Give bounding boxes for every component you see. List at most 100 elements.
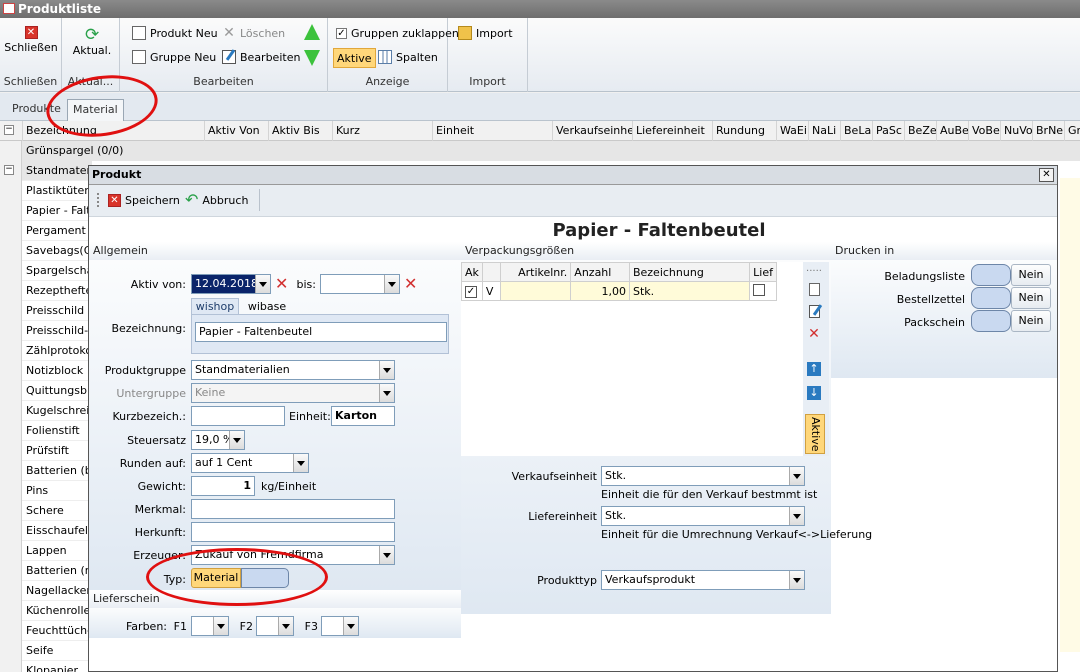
verpackung-row[interactable]: ✓ V 1,00 Stk. (461, 281, 777, 301)
table-row[interactable]: Standmateria (22, 161, 92, 181)
runden-select[interactable]: auf 1 Cent (191, 453, 309, 473)
new-product-button[interactable]: Produkt Neu (132, 26, 218, 40)
tab-produkte[interactable]: Produkte (7, 99, 66, 121)
bestellzettel-toggle[interactable] (971, 287, 1011, 309)
chevron-down-icon[interactable] (293, 454, 308, 472)
table-row[interactable]: Küchenrolle (22, 601, 92, 621)
vcol-anzahl[interactable]: Anzahl (570, 262, 630, 282)
chevron-down-icon[interactable] (255, 275, 270, 293)
table-row[interactable]: Lappen (22, 541, 92, 561)
farbe-f2-select[interactable] (256, 616, 294, 636)
tab-material[interactable]: Material (67, 99, 124, 121)
table-row[interactable]: Zählprotokoll (22, 341, 92, 361)
col-einheit[interactable]: Einheit (432, 121, 552, 141)
steuersatz-select[interactable]: 19,0 % (191, 430, 245, 450)
row-down-button[interactable]: ↓ (803, 382, 825, 402)
col-waei[interactable]: WaEi (776, 121, 808, 141)
table-row[interactable]: Spargelschäl (22, 261, 92, 281)
col-vobe[interactable]: VoBe (968, 121, 1000, 141)
move-up-button[interactable] (304, 24, 320, 40)
produkttyp-select[interactable]: Verkaufsprodukt (601, 570, 805, 590)
bezeichnung-input[interactable]: Papier - Faltenbeutel (195, 322, 447, 342)
chevron-down-icon[interactable] (229, 431, 244, 449)
bis-field[interactable] (320, 274, 400, 294)
delete-row-button[interactable]: ✕ (803, 324, 825, 344)
new-group-button[interactable]: Gruppe Neu (132, 50, 216, 64)
table-row[interactable]: Notizblock (22, 361, 92, 381)
chevron-down-icon[interactable] (789, 467, 804, 485)
refresh-button[interactable]: ⟳ Aktual. (72, 27, 112, 58)
vcol-v[interactable] (481, 262, 501, 282)
collapse-group-icon[interactable]: − (4, 165, 14, 175)
vcol-artikelnr[interactable]: Artikelnr. (499, 262, 572, 282)
chevron-down-icon[interactable] (789, 571, 804, 589)
table-row[interactable]: Schere (22, 501, 92, 521)
group-row-gruenspargel[interactable]: Grünspargel (0/0) (22, 141, 1080, 161)
table-row[interactable]: Kugelschreib (22, 401, 92, 421)
packschein-toggle[interactable] (971, 310, 1011, 332)
table-row[interactable]: Seife (22, 641, 92, 661)
chevron-down-icon[interactable] (384, 275, 399, 293)
table-row[interactable]: Klopapier (22, 661, 92, 672)
dialog-close-button[interactable]: ✕ (1039, 168, 1054, 182)
einheit-input[interactable]: Karton (331, 406, 395, 426)
chevron-down-icon[interactable] (343, 617, 358, 635)
table-row[interactable]: Pergament - (22, 221, 92, 241)
untergruppe-select[interactable]: Keine (191, 383, 395, 403)
col-nuvo[interactable]: NuVo (1000, 121, 1032, 141)
collapse-all-icon[interactable]: − (4, 125, 14, 135)
bestellzettel-nein-button[interactable]: Nein (1011, 287, 1051, 309)
typ-material-button[interactable]: Material (191, 568, 241, 588)
aktiv-von-field[interactable]: 12.04.2018 (191, 274, 271, 294)
table-row[interactable]: Eisschaufel (22, 521, 92, 541)
table-row[interactable]: Savebags(Ge (22, 241, 92, 261)
vcol-ak[interactable]: Ak (461, 262, 483, 282)
vrow-artikelnr[interactable] (499, 281, 572, 301)
col-verkaufseinheit[interactable]: Verkaufseinheit (552, 121, 632, 141)
farbe-f3-select[interactable] (321, 616, 359, 636)
col-pasc[interactable]: PaSc (872, 121, 904, 141)
tab-wishop[interactable]: wishop (191, 298, 239, 314)
row-up-button[interactable]: ↑ (803, 358, 825, 378)
vrow-anzahl[interactable]: 1,00 (570, 281, 630, 301)
col-bela[interactable]: BeLa (840, 121, 872, 141)
col-aube[interactable]: AuBe (936, 121, 968, 141)
table-row[interactable]: Batterien (ba (22, 461, 92, 481)
ak-checkbox[interactable]: ✓ (461, 281, 483, 301)
gewicht-input[interactable]: 1 (191, 476, 255, 496)
farbe-f1-select[interactable] (191, 616, 229, 636)
col-aktiv-von[interactable]: Aktiv Von (204, 121, 268, 141)
table-row[interactable]: Pins (22, 481, 92, 501)
col-bezeichnung[interactable]: Bezeichnung (22, 121, 204, 141)
vcol-bezeichnung[interactable]: Bezeichnung (628, 262, 751, 282)
table-row[interactable]: Nagellackent (22, 581, 92, 601)
cancel-button[interactable]: ↶ Abbruch (185, 192, 248, 208)
produktgruppe-select[interactable]: Standmaterialien (191, 360, 395, 380)
close-button[interactable]: ✕ Schließen (4, 26, 58, 54)
herkunft-input[interactable] (191, 522, 395, 542)
col-nali[interactable]: NaLi (808, 121, 840, 141)
beladungsliste-nein-button[interactable]: Nein (1011, 264, 1051, 286)
kurzbez-input[interactable] (191, 406, 285, 426)
packschein-nein-button[interactable]: Nein (1011, 310, 1051, 332)
table-row[interactable]: Batterien (m (22, 561, 92, 581)
vcol-lief[interactable]: Lief (749, 262, 777, 282)
table-row[interactable]: Rezepthefte (22, 281, 92, 301)
import-button[interactable]: Import (458, 26, 513, 40)
chevron-down-icon[interactable] (213, 617, 228, 635)
edit-button[interactable]: Bearbeiten (222, 50, 300, 64)
table-row[interactable]: Plastiktüten ( (22, 181, 92, 201)
clear-bis-icon[interactable]: ✕ (404, 276, 417, 292)
chevron-down-icon[interactable] (379, 384, 394, 402)
columns-button[interactable]: Spalten (378, 50, 438, 64)
merkmal-input[interactable] (191, 499, 395, 519)
col-kurz[interactable]: Kurz (332, 121, 432, 141)
typ-toggle[interactable] (241, 568, 289, 588)
table-row[interactable]: Feuchttüche (22, 621, 92, 641)
chevron-down-icon[interactable] (278, 617, 293, 635)
add-row-button[interactable] (803, 280, 825, 300)
move-down-button[interactable] (304, 50, 320, 66)
table-row[interactable]: Preisschild (22, 301, 92, 321)
liefereinheit-select[interactable]: Stk. (601, 506, 805, 526)
save-button[interactable]: ✕ Speichern (97, 193, 180, 207)
